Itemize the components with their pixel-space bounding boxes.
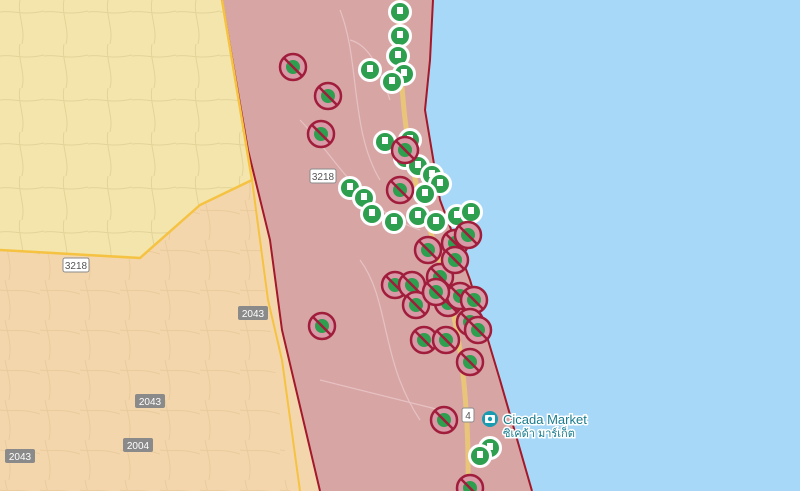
covid-prohibited-red-marker-icon[interactable] [455,473,485,491]
covid-prohibited-red-marker-icon[interactable] [463,315,493,345]
road-badge-4: 4 [461,407,475,423]
covid-prohibited-red-marker-icon[interactable] [440,245,470,275]
road-badge-3218-west: 3218 [62,257,90,273]
covid-prohibited-red-marker-icon[interactable] [453,220,483,250]
svg-text:3218: 3218 [312,172,335,183]
poi-label-cicada-market[interactable]: Cicada Market [502,411,589,429]
covid-prohibited-red-marker-icon[interactable] [421,277,451,307]
covid-vaccine-green-marker-icon[interactable] [380,70,404,94]
road-badge-3218-north: 3218 [309,168,337,184]
svg-text:2043: 2043 [9,452,32,463]
road-badge-2004: 2004 [123,438,153,452]
road-badge-2043-east: 2043 [238,306,268,320]
covid-vaccine-green-marker-icon[interactable] [459,200,483,224]
covid-prohibited-red-marker-icon[interactable] [278,52,308,82]
covid-prohibited-red-marker-icon[interactable] [429,405,459,435]
map-view[interactable]: 3218 3218 2043 2043 2004 2043 4 Cicada M… [0,0,800,491]
covid-prohibited-red-marker-icon[interactable] [455,347,485,377]
road-badge-2043-southwest: 2043 [5,449,35,463]
road-badge-2043-mid: 2043 [135,394,165,408]
covid-vaccine-green-marker-icon[interactable] [360,202,384,226]
covid-prohibited-red-marker-icon[interactable] [413,235,443,265]
svg-text:3218: 3218 [65,261,88,272]
covid-vaccine-green-marker-icon[interactable] [468,444,492,468]
covid-vaccine-green-marker-icon[interactable] [358,58,382,82]
covid-prohibited-red-marker-icon[interactable] [313,81,343,111]
covid-prohibited-red-marker-icon[interactable] [390,135,420,165]
covid-prohibited-red-marker-icon[interactable] [307,311,337,341]
covid-prohibited-red-marker-icon[interactable] [306,119,336,149]
covid-vaccine-green-marker-icon[interactable] [388,24,412,48]
covid-vaccine-green-marker-icon[interactable] [388,0,412,24]
covid-prohibited-red-marker-icon[interactable] [431,325,461,355]
covid-vaccine-green-marker-icon[interactable] [413,182,437,206]
covid-prohibited-red-marker-icon[interactable] [385,175,415,205]
svg-text:4: 4 [465,411,471,422]
svg-text:2004: 2004 [127,441,150,452]
map-canvas[interactable]: 3218 3218 2043 2043 2004 2043 4 Cicada M… [0,0,800,491]
poi-label-cicada-market-thai: ซิเคด้า มาร์เก็ต [503,426,575,440]
covid-vaccine-green-marker-icon[interactable] [424,210,448,234]
svg-text:2043: 2043 [242,309,265,320]
covid-vaccine-green-marker-icon[interactable] [382,210,406,234]
svg-text:2043: 2043 [139,397,162,408]
